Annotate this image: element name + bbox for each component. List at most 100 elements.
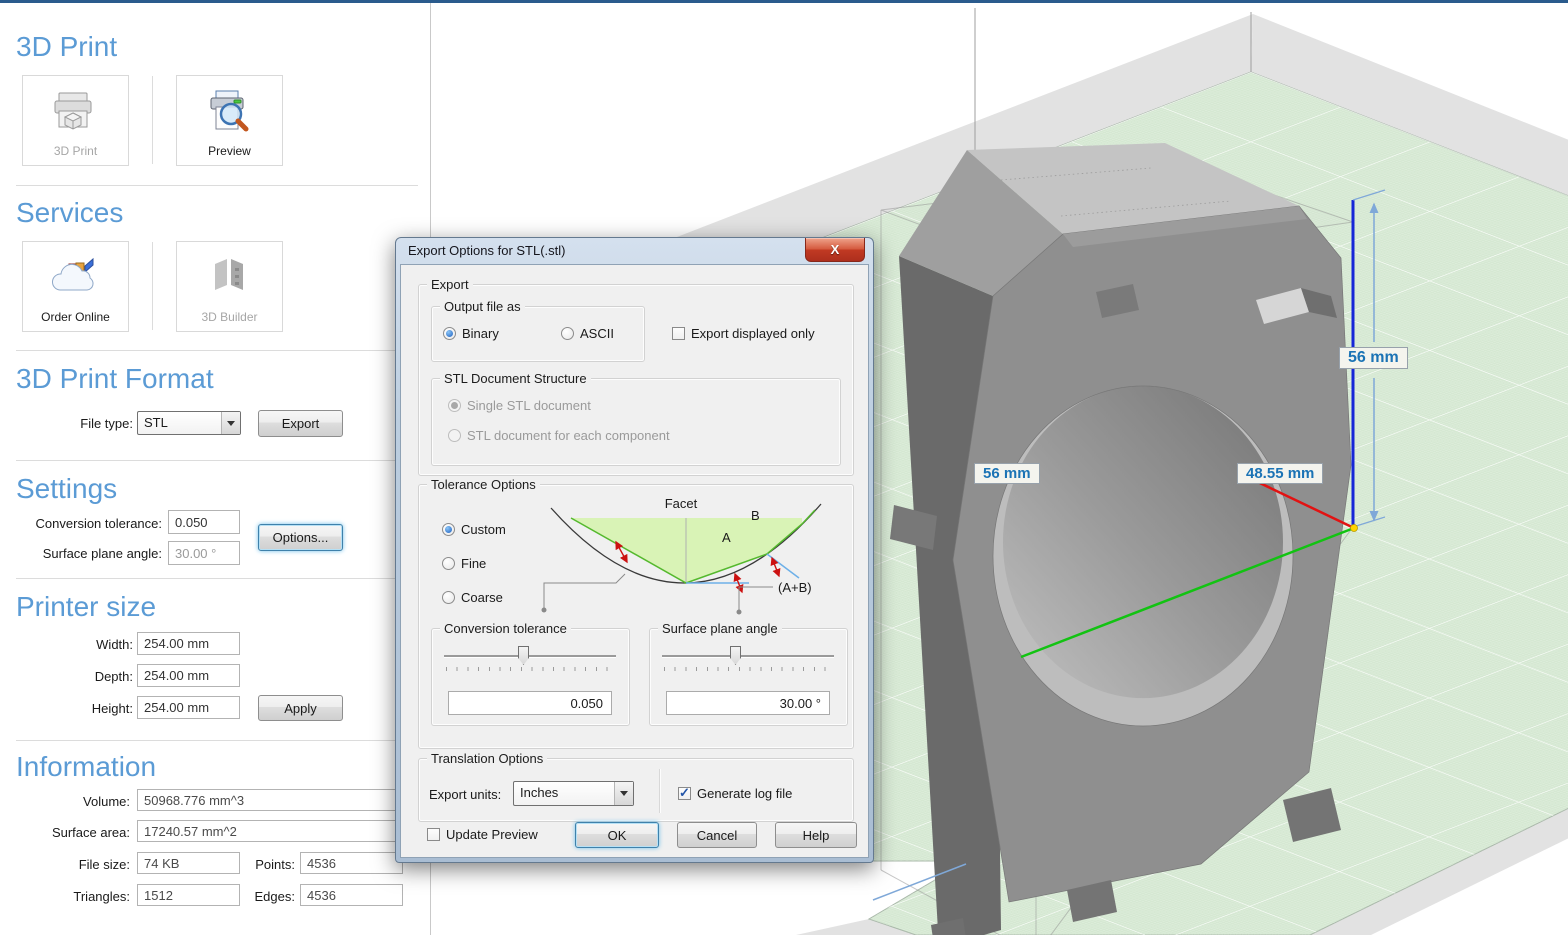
conversion-tolerance-group-label: Conversion tolerance bbox=[440, 621, 571, 636]
tile-3d-print-label: 3D Print bbox=[23, 144, 128, 158]
surface-plane-angle-label: Surface plane angle: bbox=[10, 546, 162, 561]
section-divider bbox=[16, 350, 418, 351]
apply-button[interactable]: Apply bbox=[258, 695, 343, 721]
dimension-label-height: 56 mm bbox=[1339, 347, 1408, 369]
tile-3d-print[interactable]: 3D Print bbox=[22, 75, 129, 166]
section-heading-services: Services bbox=[16, 197, 123, 229]
stl-document-structure-group: STL Document Structure bbox=[431, 378, 841, 466]
generate-log-file-label: Generate log file bbox=[697, 786, 792, 801]
surface-plane-angle-value[interactable]: 30.00 ° bbox=[666, 691, 830, 715]
width-input[interactable]: 254.00 mm bbox=[137, 632, 240, 655]
surface-plane-angle-group-label: Surface plane angle bbox=[658, 621, 782, 636]
help-button[interactable]: Help bbox=[775, 822, 857, 848]
section-heading-settings: Settings bbox=[16, 473, 117, 505]
translation-options-label: Translation Options bbox=[427, 751, 547, 766]
3d-printer-icon bbox=[23, 88, 128, 136]
options-button[interactable]: Options... bbox=[258, 524, 343, 551]
section-heading-information: Information bbox=[16, 751, 156, 783]
conversion-tolerance-value[interactable]: 0.050 bbox=[448, 691, 612, 715]
triangles-label: Triangles: bbox=[10, 889, 130, 904]
radio-ascii-label: ASCII bbox=[580, 326, 614, 341]
surface-plane-angle-group: Surface plane angle 30.00 ° bbox=[649, 628, 848, 726]
conversion-tolerance-slider-thumb[interactable] bbox=[518, 646, 529, 665]
tile-3d-builder[interactable]: 3D Builder bbox=[176, 241, 283, 332]
depth-input[interactable]: 254.00 mm bbox=[137, 664, 240, 687]
edges-value: 4536 bbox=[300, 884, 403, 906]
dialog-title: Export Options for STL(.stl) bbox=[408, 243, 566, 258]
group-divider bbox=[659, 769, 661, 813]
conversion-tolerance-slider[interactable] bbox=[444, 655, 616, 658]
points-label: Points: bbox=[215, 857, 295, 872]
slider-ticks bbox=[664, 667, 834, 671]
origin-point bbox=[1351, 525, 1358, 532]
tile-order-online[interactable]: Order Online bbox=[22, 241, 129, 332]
file-type-label: File type: bbox=[40, 416, 133, 431]
cancel-button[interactable]: Cancel bbox=[677, 822, 757, 848]
height-input[interactable]: 254.00 mm bbox=[137, 696, 240, 719]
3d-builder-icon bbox=[177, 254, 282, 302]
update-preview-label: Update Preview bbox=[446, 827, 538, 842]
radio-stl-per-component[interactable]: STL document for each component bbox=[448, 428, 670, 443]
export-units-value: Inches bbox=[520, 785, 558, 800]
radio-fine[interactable]: Fine bbox=[442, 556, 486, 571]
checkbox-generate-log-file[interactable]: Generate log file bbox=[678, 786, 792, 801]
points-value: 4536 bbox=[300, 852, 403, 874]
conversion-tolerance-label: Conversion tolerance: bbox=[10, 516, 162, 531]
export-units-label: Export units: bbox=[429, 787, 509, 802]
export-displayed-only-label: Export displayed only bbox=[691, 326, 815, 341]
facet-diagram-title: Facet bbox=[665, 496, 698, 511]
output-file-as-label: Output file as bbox=[440, 299, 525, 314]
volume-value: 50968.776 mm^3 bbox=[137, 789, 403, 811]
file-size-label: File size: bbox=[10, 857, 130, 872]
file-type-dropdown[interactable]: STL bbox=[137, 411, 241, 435]
depth-label: Depth: bbox=[40, 669, 133, 684]
radio-binary-label: Binary bbox=[462, 326, 499, 341]
surface-plane-angle-input[interactable]: 30.00 ° bbox=[168, 541, 240, 565]
tile-separator bbox=[152, 76, 153, 164]
ok-button[interactable]: OK bbox=[575, 822, 659, 848]
surface-area-value: 17240.57 mm^2 bbox=[137, 820, 403, 842]
chevron-down-icon bbox=[221, 412, 240, 434]
slider-ticks bbox=[446, 667, 616, 671]
close-button[interactable]: X bbox=[805, 238, 865, 262]
close-icon: X bbox=[831, 242, 840, 257]
surface-plane-angle-slider[interactable] bbox=[662, 655, 834, 658]
dimension-label-depth: 48.55 mm bbox=[1237, 463, 1323, 484]
surface-area-label: Surface area: bbox=[10, 825, 130, 840]
volume-label: Volume: bbox=[10, 794, 130, 809]
width-label: Width: bbox=[40, 637, 133, 652]
tile-preview[interactable]: Preview bbox=[176, 75, 283, 166]
tile-preview-label: Preview bbox=[177, 144, 282, 158]
section-heading-3d-print: 3D Print bbox=[16, 31, 117, 63]
radio-custom[interactable]: Custom bbox=[442, 522, 506, 537]
tile-3d-builder-label: 3D Builder bbox=[177, 310, 282, 324]
checkbox-update-preview[interactable]: Update Preview bbox=[427, 827, 538, 842]
radio-single-stl-document[interactable]: Single STL document bbox=[448, 398, 591, 413]
section-heading-printer-size: Printer size bbox=[16, 591, 156, 623]
3d-print-task-pane: 3D Print 3D Print bbox=[0, 3, 430, 935]
section-divider bbox=[16, 740, 418, 741]
tile-separator bbox=[152, 242, 153, 330]
surface-plane-angle-slider-thumb[interactable] bbox=[730, 646, 741, 665]
stl-structure-label: STL Document Structure bbox=[440, 371, 591, 386]
file-type-value: STL bbox=[144, 415, 168, 430]
checkbox-export-displayed-only[interactable]: Export displayed only bbox=[672, 326, 815, 341]
export-button[interactable]: Export bbox=[258, 410, 343, 437]
facet-diagram: Facet A B (A+B) bbox=[521, 490, 851, 622]
radio-fine-label: Fine bbox=[461, 556, 486, 571]
radio-ascii[interactable]: ASCII bbox=[561, 326, 614, 341]
conversion-tolerance-input[interactable]: 0.050 bbox=[168, 510, 240, 534]
facet-label-sum: (A+B) bbox=[778, 580, 812, 595]
order-online-cloud-icon bbox=[23, 254, 128, 302]
app-window: 3D Print 3D Print bbox=[0, 0, 1568, 935]
radio-coarse[interactable]: Coarse bbox=[442, 590, 503, 605]
radio-binary[interactable]: Binary bbox=[443, 326, 499, 341]
height-label: Height: bbox=[40, 701, 133, 716]
radio-coarse-label: Coarse bbox=[461, 590, 503, 605]
edges-label: Edges: bbox=[215, 889, 295, 904]
radio-custom-label: Custom bbox=[461, 522, 506, 537]
section-heading-format: 3D Print Format bbox=[16, 363, 214, 395]
facet-label-b: B bbox=[751, 508, 760, 523]
section-divider bbox=[16, 578, 418, 579]
export-units-dropdown[interactable]: Inches bbox=[513, 781, 634, 806]
